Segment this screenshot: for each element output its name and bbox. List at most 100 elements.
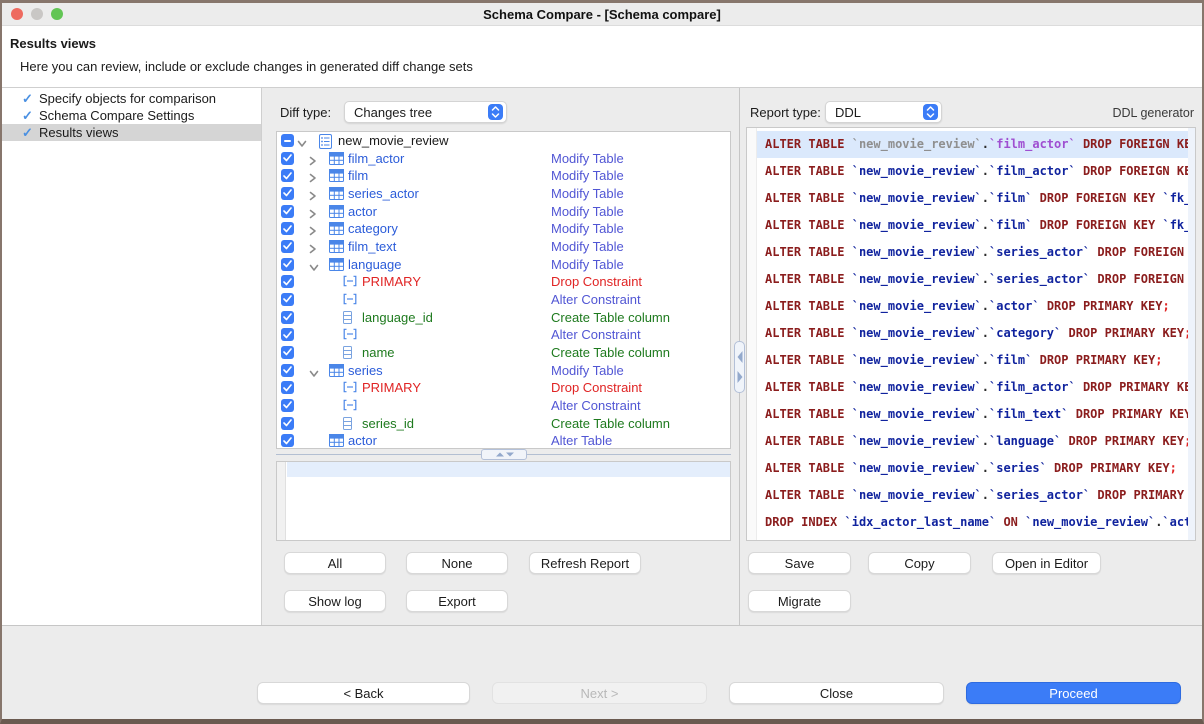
back-button[interactable]: < Back [257, 682, 470, 704]
vertical-splitter[interactable] [734, 88, 746, 625]
report-type-select[interactable]: DDL [825, 101, 942, 123]
tree-item-label: actor [348, 432, 377, 449]
row-checkbox[interactable] [281, 275, 294, 288]
change-action-label: Alter Constraint [551, 397, 641, 415]
all-button[interactable]: All [284, 552, 386, 574]
wizard-footer: < Back Next > Close Proceed [2, 625, 1202, 719]
splitter-handle-icon[interactable] [734, 341, 745, 393]
tree-row[interactable]: film_textModify Table [277, 238, 730, 256]
ddl-script-view[interactable]: ALTER TABLE `new_movie_review`.`film_act… [746, 127, 1196, 541]
changes-tree[interactable]: new_movie_reviewfilm_actorModify Tablefi… [276, 131, 731, 449]
page-title: Results views [10, 36, 96, 51]
sql-line: ALTER TABLE `new_movie_review`.`series_a… [757, 482, 1188, 509]
show-log-button[interactable]: Show log [284, 590, 386, 612]
preview-selected-row [287, 462, 730, 477]
sql-line: ALTER TABLE `new_movie_review`.`category… [757, 320, 1188, 347]
tree-row[interactable]: actorModify Table [277, 203, 730, 221]
row-checkbox[interactable] [281, 434, 294, 447]
select-stepper-icon [923, 104, 938, 120]
tree-row[interactable]: categoryModify Table [277, 220, 730, 238]
column-icon [343, 311, 352, 327]
next-button[interactable]: Next > [492, 682, 707, 704]
tree-item-label: language_id [362, 309, 433, 327]
tree-item-label: film [348, 167, 368, 185]
tree-row[interactable]: series_actorModify Table [277, 185, 730, 203]
table-icon [329, 205, 344, 221]
tree-row[interactable]: PRIMARYDrop Constraint [277, 273, 730, 291]
diff-type-row: Diff type: Changes tree [262, 100, 734, 124]
sidebar-step[interactable]: ✓Schema Compare Settings [2, 107, 261, 124]
row-checkbox[interactable] [281, 258, 294, 271]
row-checkbox[interactable] [281, 346, 294, 359]
row-checkbox[interactable] [281, 134, 294, 147]
object-text-preview[interactable] [276, 461, 731, 541]
tree-row[interactable]: series_idCreate Table column [277, 415, 730, 433]
tree-item-label: series_id [362, 415, 414, 433]
tree-row[interactable]: Alter Constraint [277, 326, 730, 344]
horizontal-splitter[interactable] [276, 449, 731, 461]
refresh-report-button[interactable]: Refresh Report [529, 552, 641, 574]
row-checkbox[interactable] [281, 399, 294, 412]
sql-scrollbar[interactable] [1188, 128, 1195, 540]
row-checkbox[interactable] [281, 222, 294, 235]
row-checkbox[interactable] [281, 364, 294, 377]
check-icon: ✓ [22, 124, 33, 141]
tree-row[interactable]: seriesModify Table [277, 362, 730, 380]
row-checkbox[interactable] [281, 311, 294, 324]
sql-line: ALTER TABLE `new_movie_review`.`film_tex… [757, 401, 1188, 428]
close-button[interactable]: Close [729, 682, 944, 704]
row-checkbox[interactable] [281, 328, 294, 341]
change-action-label: Modify Table [551, 167, 624, 185]
wizard-steps-sidebar: ✓Specify objects for comparison✓Schema C… [2, 88, 262, 625]
open-in-editor-button[interactable]: Open in Editor [992, 552, 1101, 574]
tree-row[interactable]: language_idCreate Table column [277, 309, 730, 327]
row-checkbox[interactable] [281, 152, 294, 165]
tree-row[interactable]: film_actorModify Table [277, 150, 730, 168]
row-checkbox[interactable] [281, 381, 294, 394]
page-subtitle: Here you can review, include or exclude … [20, 59, 473, 74]
sql-line: ALTER TABLE `new_movie_review`.`film` DR… [757, 212, 1188, 239]
row-checkbox[interactable] [281, 187, 294, 200]
window-title: Schema Compare - [Schema compare] [2, 7, 1202, 22]
step-label: Results views [39, 124, 118, 141]
sidebar-step[interactable]: ✓Specify objects for comparison [2, 90, 261, 107]
sql-line: DROP INDEX `idx_title` ON `new_movie_rev… [757, 536, 1188, 541]
ddl-generator-label: DDL generator [1112, 106, 1194, 120]
tree-row[interactable]: Alter Constraint [277, 397, 730, 415]
tree-row[interactable]: new_movie_review [277, 132, 730, 150]
splitter-handle-icon[interactable] [481, 449, 527, 460]
tree-row[interactable]: languageModify Table [277, 256, 730, 274]
row-checkbox[interactable] [281, 169, 294, 182]
table-icon [329, 364, 344, 380]
table-icon [329, 434, 344, 449]
sidebar-step[interactable]: ✓ Results views [2, 124, 261, 141]
row-checkbox[interactable] [281, 293, 294, 306]
column-icon [343, 346, 352, 362]
tree-item-label: PRIMARY [362, 379, 421, 397]
sql-line: ALTER TABLE `new_movie_review`.`film_act… [757, 158, 1188, 185]
export-button[interactable]: Export [406, 590, 508, 612]
tree-row[interactable]: nameCreate Table column [277, 344, 730, 362]
change-action-label: Modify Table [551, 238, 624, 256]
none-button[interactable]: None [406, 552, 508, 574]
row-checkbox[interactable] [281, 240, 294, 253]
tree-row[interactable]: film Modify Table [277, 167, 730, 185]
row-checkbox[interactable] [281, 417, 294, 430]
window-frame: Schema Compare - [Schema compare] Result… [0, 0, 1204, 724]
copy-button[interactable]: Copy [868, 552, 971, 574]
tree-row[interactable]: actorAlter Table [277, 432, 730, 449]
proceed-button[interactable]: Proceed [966, 682, 1181, 704]
table-icon [329, 222, 344, 238]
constraint-icon [343, 328, 357, 343]
diff-type-select[interactable]: Changes tree [344, 101, 507, 123]
change-action-label: Modify Table [551, 185, 624, 203]
tree-row[interactable]: PRIMARYDrop Constraint [277, 379, 730, 397]
save-button[interactable]: Save [748, 552, 851, 574]
wizard-step-header: Results views Here you can review, inclu… [2, 26, 1202, 88]
tree-row[interactable]: Alter Constraint [277, 291, 730, 309]
migrate-button[interactable]: Migrate [748, 590, 851, 612]
table-icon [329, 187, 344, 203]
sql-line: ALTER TABLE `new_movie_review`.`language… [757, 428, 1188, 455]
row-checkbox[interactable] [281, 205, 294, 218]
check-icon: ✓ [22, 107, 33, 124]
